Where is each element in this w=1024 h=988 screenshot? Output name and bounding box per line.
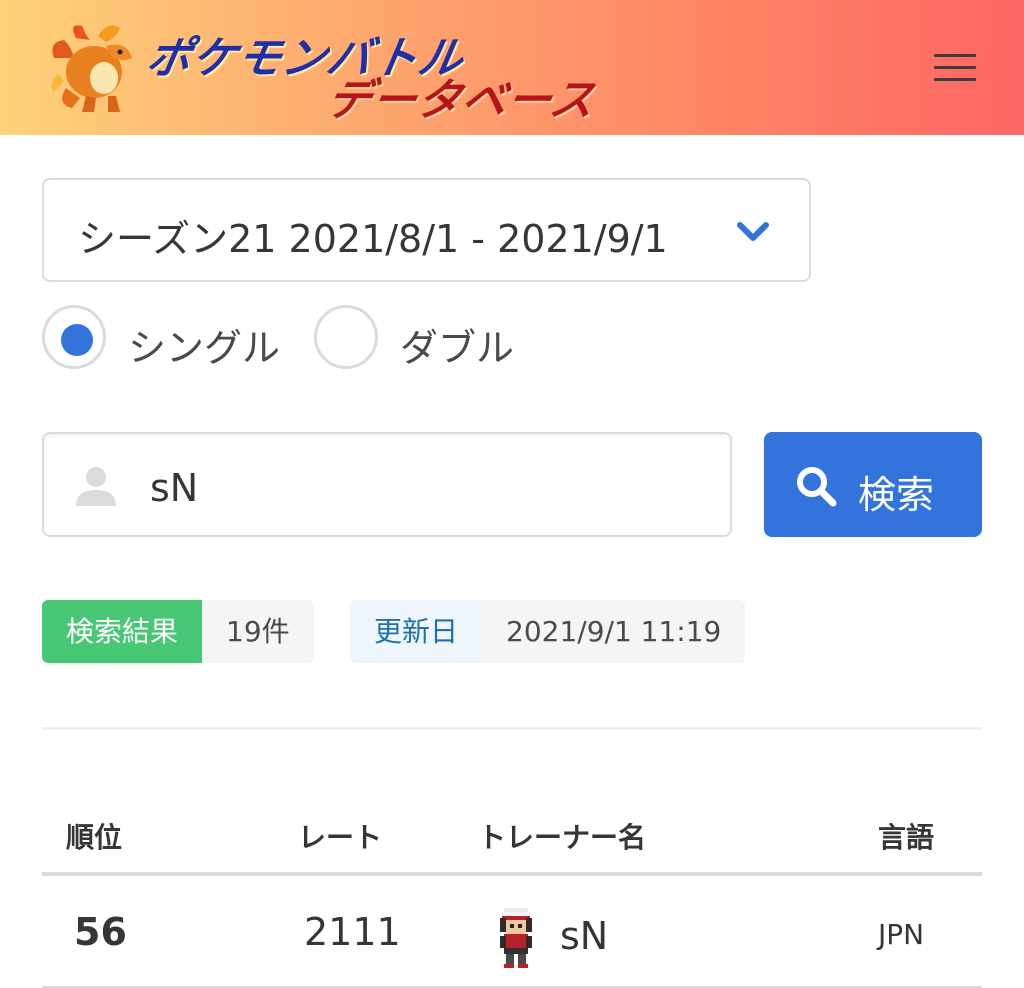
season-select[interactable]: シーズン21 2021/8/1 - 2021/9/1	[42, 178, 811, 282]
radio-double-label: ダブル	[400, 326, 515, 370]
column-rank: 順位	[66, 821, 123, 854]
ranking-table-header: 順位 レート トレーナー名 言語	[42, 800, 982, 876]
result-count-tag: 検索結果 19件	[42, 600, 314, 663]
column-language: 言語	[878, 821, 935, 854]
site-header: ポケモンバトル データベース	[0, 0, 1024, 135]
updated-date-tag: 更新日 2021/9/1 11:19	[350, 600, 746, 663]
hamburger-menu-icon[interactable]	[930, 50, 978, 84]
column-rate: レート	[298, 821, 383, 854]
result-count-label: 検索結果	[42, 600, 203, 663]
user-icon	[76, 467, 116, 506]
result-count-value: 19件	[202, 600, 314, 663]
updated-date-value: 2021/9/1 11:19	[482, 600, 746, 663]
radio-selected-dot	[61, 324, 93, 356]
radio-double[interactable]: ダブル	[314, 305, 524, 370]
section-divider	[42, 727, 982, 730]
search-button-label: 検索	[858, 473, 935, 517]
search-icon	[797, 467, 837, 507]
season-select-value: シーズン21 2021/8/1 - 2021/9/1	[78, 217, 668, 261]
radio-single-label: シングル	[128, 326, 281, 370]
row-rank: 56	[74, 910, 127, 954]
radio-double-circle[interactable]	[314, 305, 378, 369]
trainer-search-input[interactable]: sN	[42, 432, 732, 537]
column-trainer-name: トレーナー名	[478, 821, 647, 854]
updated-date-label: 更新日	[350, 600, 483, 663]
table-row[interactable]: 56 2111 sN JPN	[42, 876, 982, 988]
row-rate: 2111	[304, 910, 401, 954]
charizard-mascot-icon[interactable]	[46, 18, 142, 114]
trainer-sprite-icon	[500, 908, 532, 968]
radio-single[interactable]: シングル	[42, 305, 292, 370]
radio-single-circle[interactable]	[42, 305, 106, 369]
chevron-down-icon	[737, 222, 769, 241]
row-trainer-name[interactable]: sN	[560, 914, 608, 958]
search-button[interactable]: 検索	[764, 432, 982, 537]
search-input-value: sN	[150, 466, 199, 510]
logo-title-line2[interactable]: データベース	[322, 64, 601, 128]
row-language: JPN	[878, 918, 925, 951]
